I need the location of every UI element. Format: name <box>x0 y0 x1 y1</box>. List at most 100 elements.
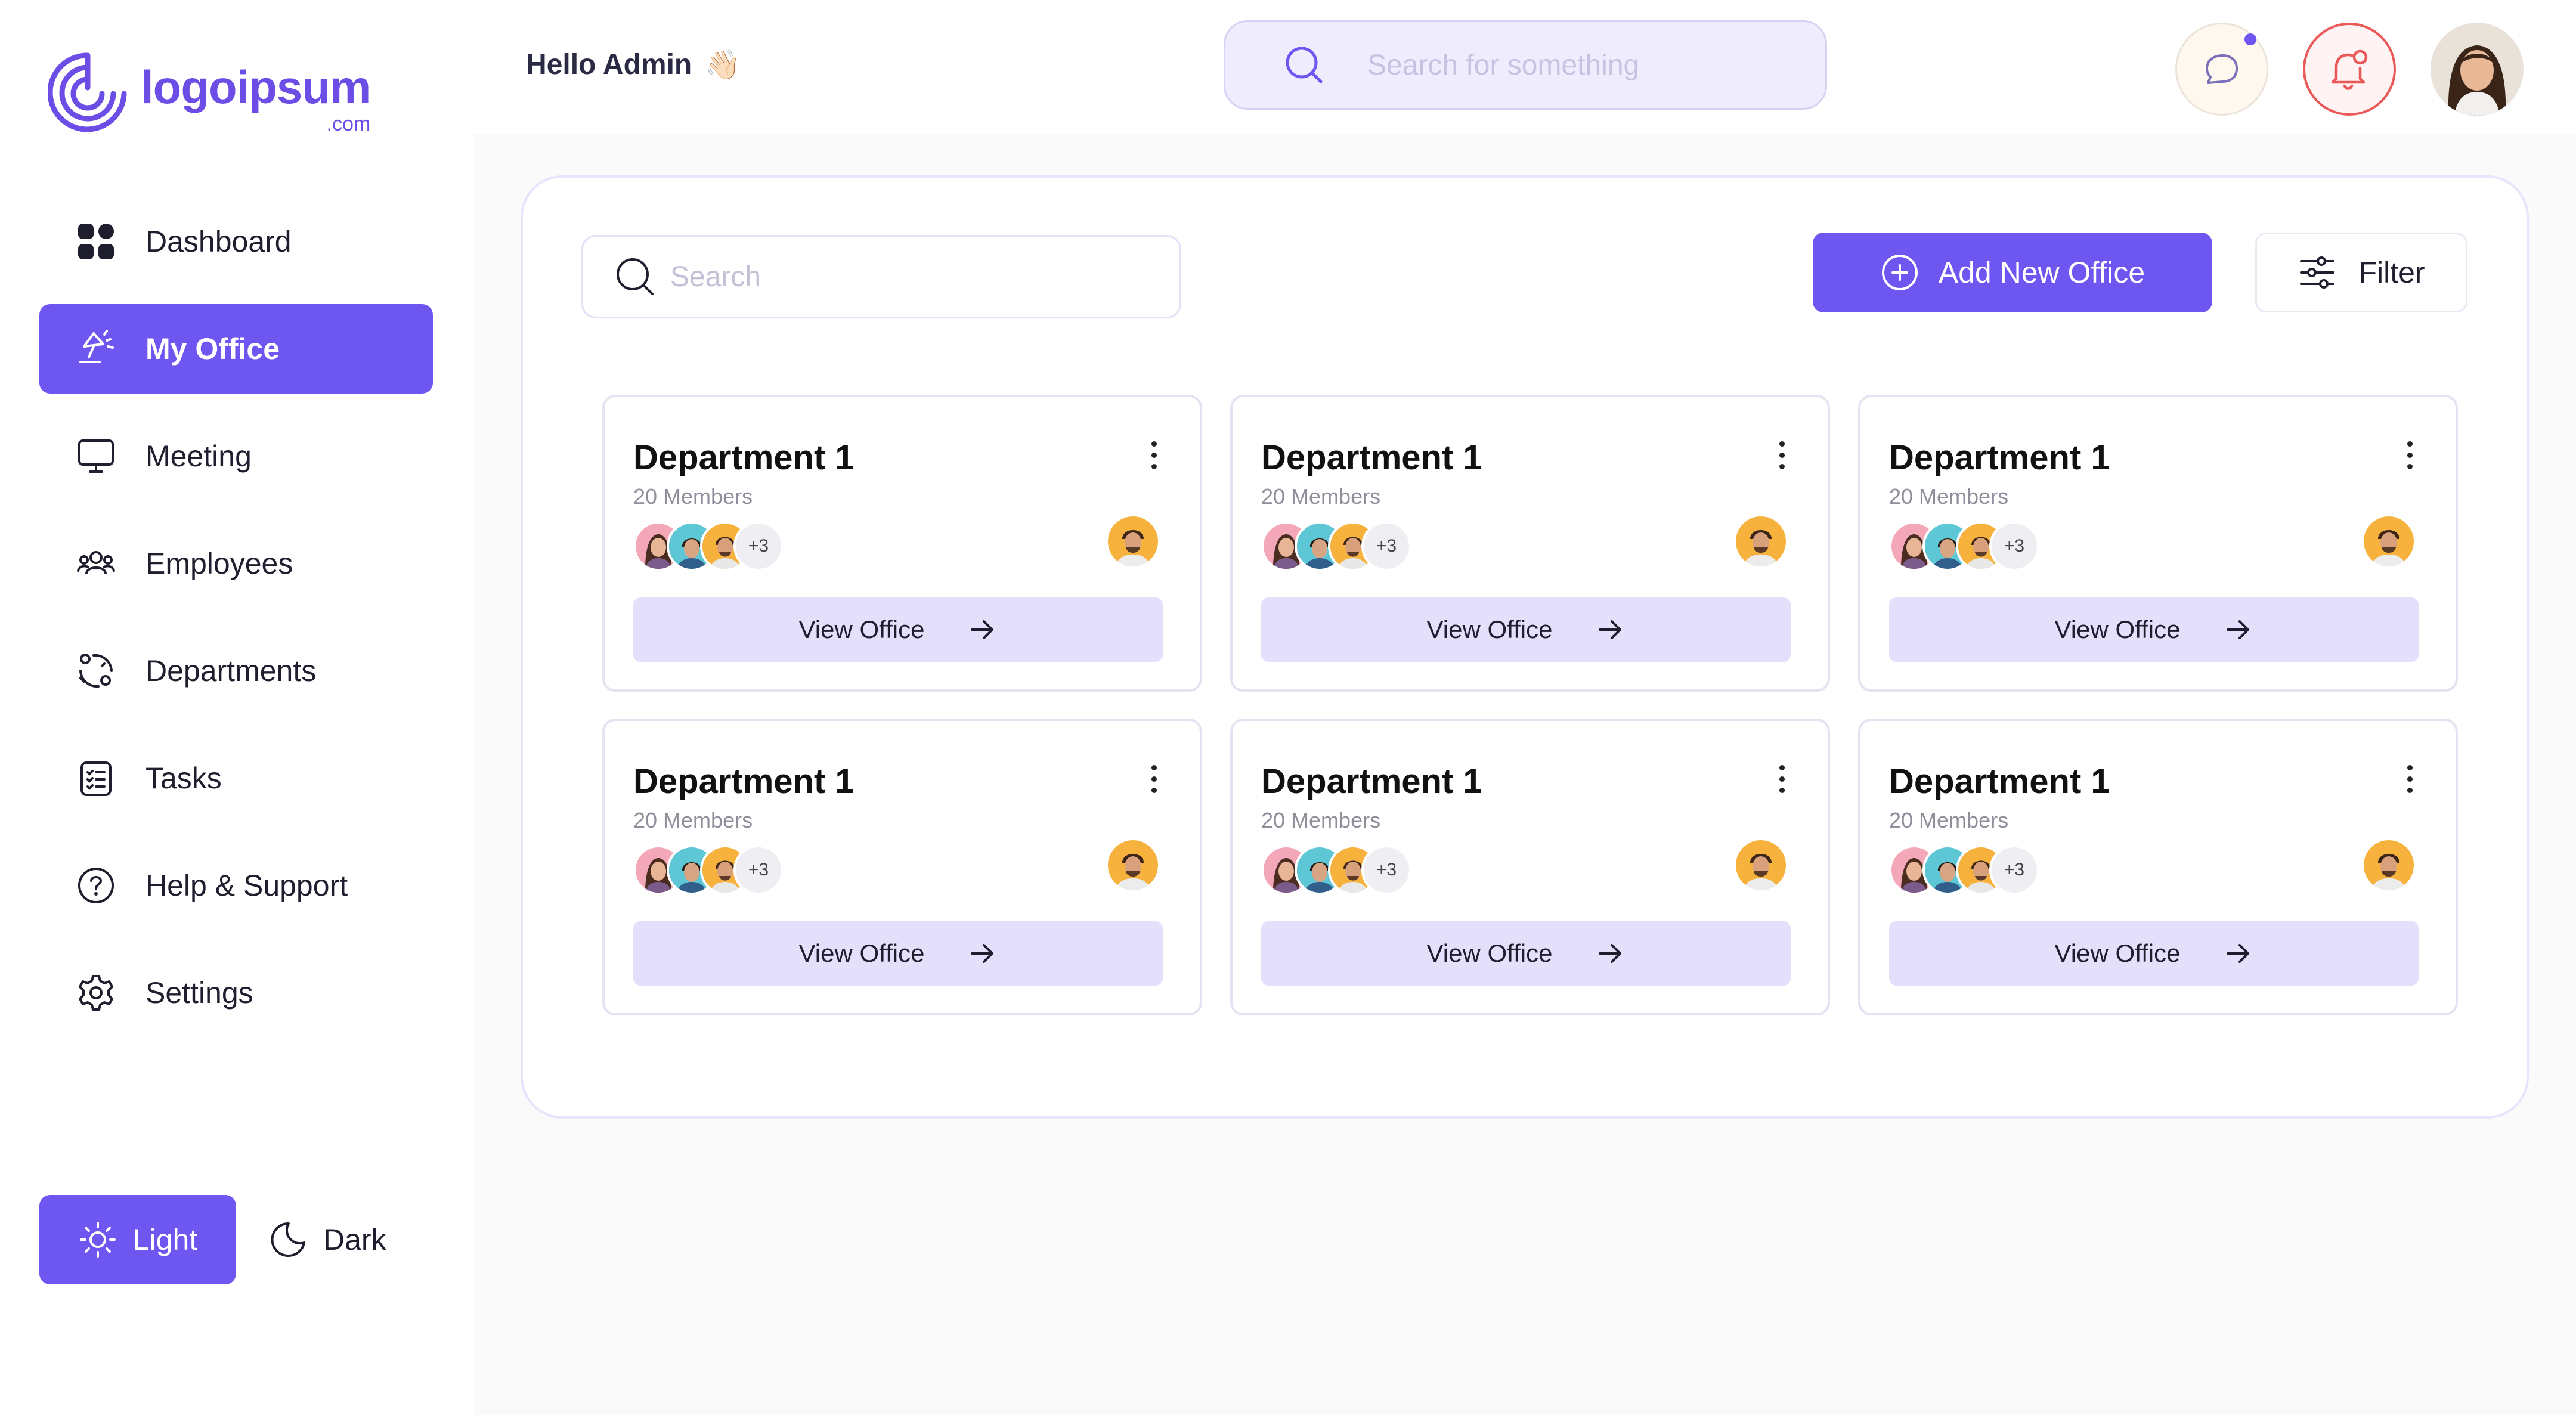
more-members-badge[interactable]: +3 <box>733 845 784 895</box>
wave-emoji-icon: 👋🏻 <box>705 49 741 81</box>
arrow-right-icon <box>2227 620 2250 639</box>
filter-button[interactable]: Filter <box>2255 233 2467 312</box>
org-chart-icon <box>75 650 117 692</box>
department-lead-avatar[interactable] <box>2364 840 2414 890</box>
department-lead-avatar[interactable] <box>1736 516 1786 566</box>
sidebar-item-label: Tasks <box>145 761 222 795</box>
member-count: 20 Members <box>633 484 753 509</box>
more-members-badge[interactable]: +3 <box>1989 521 2039 571</box>
member-count: 20 Members <box>1261 484 1381 509</box>
arrow-right-icon <box>971 944 994 963</box>
greeting: Hello Admin 👋🏻 <box>526 48 741 82</box>
sidebar-item-my-office[interactable]: My Office <box>39 304 433 394</box>
brand-logo[interactable]: logoipsum .com <box>48 51 371 135</box>
department-title: Department 1 <box>633 762 854 801</box>
sidebar-item-meeting[interactable]: Meeting <box>39 411 433 501</box>
logo-spiral-icon <box>48 52 127 132</box>
more-options-icon[interactable] <box>1145 441 1163 471</box>
more-members-badge[interactable]: +3 <box>1361 845 1411 895</box>
sun-icon <box>79 1222 116 1258</box>
department-card: Department 1 20 Members +3 View Office <box>1858 719 2458 1015</box>
sidebar-item-label: My Office <box>145 332 280 366</box>
brand-name: logoipsum <box>141 61 371 113</box>
department-card: Department 1 20 Members +3 View Office <box>1858 395 2458 692</box>
checklist-icon <box>75 757 117 799</box>
view-office-button[interactable]: View Office <box>1261 597 1791 662</box>
office-search-input[interactable] <box>670 260 1147 293</box>
filter-label: Filter <box>2358 256 2425 289</box>
search-icon <box>617 258 654 295</box>
department-lead-avatar[interactable] <box>1736 840 1786 890</box>
gear-icon <box>75 972 117 1014</box>
more-options-icon[interactable] <box>1773 765 1791 795</box>
user-avatar[interactable] <box>2431 23 2524 116</box>
view-office-button[interactable]: View Office <box>1261 921 1791 986</box>
sidebar-item-label: Help & Support <box>145 869 348 902</box>
help-icon <box>75 865 117 906</box>
arrow-right-icon <box>971 620 994 639</box>
sliders-icon <box>2300 256 2335 289</box>
add-new-office-label: Add New Office <box>1938 256 2145 289</box>
department-card: Department 1 20 Members +3 View Office <box>602 395 1202 692</box>
sidebar-item-label: Settings <box>145 976 253 1010</box>
add-new-office-button[interactable]: Add New Office <box>1813 233 2212 312</box>
sidebar-item-employees[interactable]: Employees <box>39 519 433 608</box>
more-options-icon[interactable] <box>2401 441 2419 471</box>
office-search[interactable] <box>581 235 1181 318</box>
member-count: 20 Members <box>1261 808 1381 832</box>
sidebar: logoipsum .com Dashboard My Office Meeti… <box>0 0 474 1415</box>
department-title: Department 1 <box>633 438 854 477</box>
theme-dark-button[interactable]: Dark <box>268 1195 417 1284</box>
theme-light-label: Light <box>132 1223 198 1256</box>
brand-domain: .com <box>326 113 371 135</box>
department-lead-avatar[interactable] <box>1108 840 1158 890</box>
sidebar-item-help-support[interactable]: Help & Support <box>39 841 433 930</box>
sidebar-item-tasks[interactable]: Tasks <box>39 733 433 823</box>
grid-icon <box>75 221 117 262</box>
department-lead-avatar[interactable] <box>1108 516 1158 566</box>
global-search-input[interactable] <box>1367 48 1785 82</box>
moon-icon <box>271 1222 305 1257</box>
theme-light-button[interactable]: Light <box>39 1195 236 1284</box>
member-count: 20 Members <box>1889 484 2009 509</box>
users-icon <box>75 543 117 584</box>
view-office-label: View Office <box>798 939 925 967</box>
view-office-label: View Office <box>2054 939 2181 967</box>
arrow-right-icon <box>1599 620 1622 639</box>
sidebar-item-departments[interactable]: Departments <box>39 626 433 716</box>
sidebar-item-label: Meeting <box>145 439 252 473</box>
more-members-badge[interactable]: +3 <box>1361 521 1411 571</box>
arrow-right-icon <box>2227 944 2250 963</box>
department-card: Department 1 20 Members +3 View Office <box>1230 395 1830 692</box>
greeting-text: Hello Admin <box>526 49 692 80</box>
more-options-icon[interactable] <box>1773 441 1791 471</box>
view-office-button[interactable]: View Office <box>633 921 1163 986</box>
view-office-button[interactable]: View Office <box>1889 597 2419 662</box>
sidebar-item-label: Employees <box>145 547 293 580</box>
more-members-badge[interactable]: +3 <box>733 521 784 571</box>
department-title: Department 1 <box>1889 762 2110 801</box>
department-lead-avatar[interactable] <box>2364 516 2414 566</box>
department-card: Department 1 20 Members +3 View Office <box>1230 719 1830 1015</box>
sidebar-item-dashboard[interactable]: Dashboard <box>39 197 433 286</box>
more-options-icon[interactable] <box>1145 765 1163 795</box>
view-office-button[interactable]: View Office <box>633 597 1163 662</box>
view-office-label: View Office <box>2054 615 2181 643</box>
unread-dot <box>2244 33 2256 45</box>
sidebar-item-label: Dashboard <box>145 225 292 258</box>
more-options-icon[interactable] <box>2401 765 2419 795</box>
sidebar-item-settings[interactable]: Settings <box>39 948 433 1038</box>
view-office-label: View Office <box>1426 615 1553 643</box>
more-members-badge[interactable]: +3 <box>1989 845 2039 895</box>
member-count: 20 Members <box>1889 808 2009 832</box>
arrow-right-icon <box>1599 944 1622 963</box>
notifications-button[interactable] <box>2303 23 2396 116</box>
view-office-button[interactable]: View Office <box>1889 921 2419 986</box>
department-card: Department 1 20 Members +3 View Office <box>602 719 1202 1015</box>
sidebar-item-label: Departments <box>145 654 317 688</box>
global-search[interactable] <box>1224 20 1827 110</box>
desk-lamp-icon <box>75 328 117 370</box>
view-office-label: View Office <box>1426 939 1553 967</box>
monitor-icon <box>75 435 117 477</box>
search-icon <box>1286 47 1323 83</box>
